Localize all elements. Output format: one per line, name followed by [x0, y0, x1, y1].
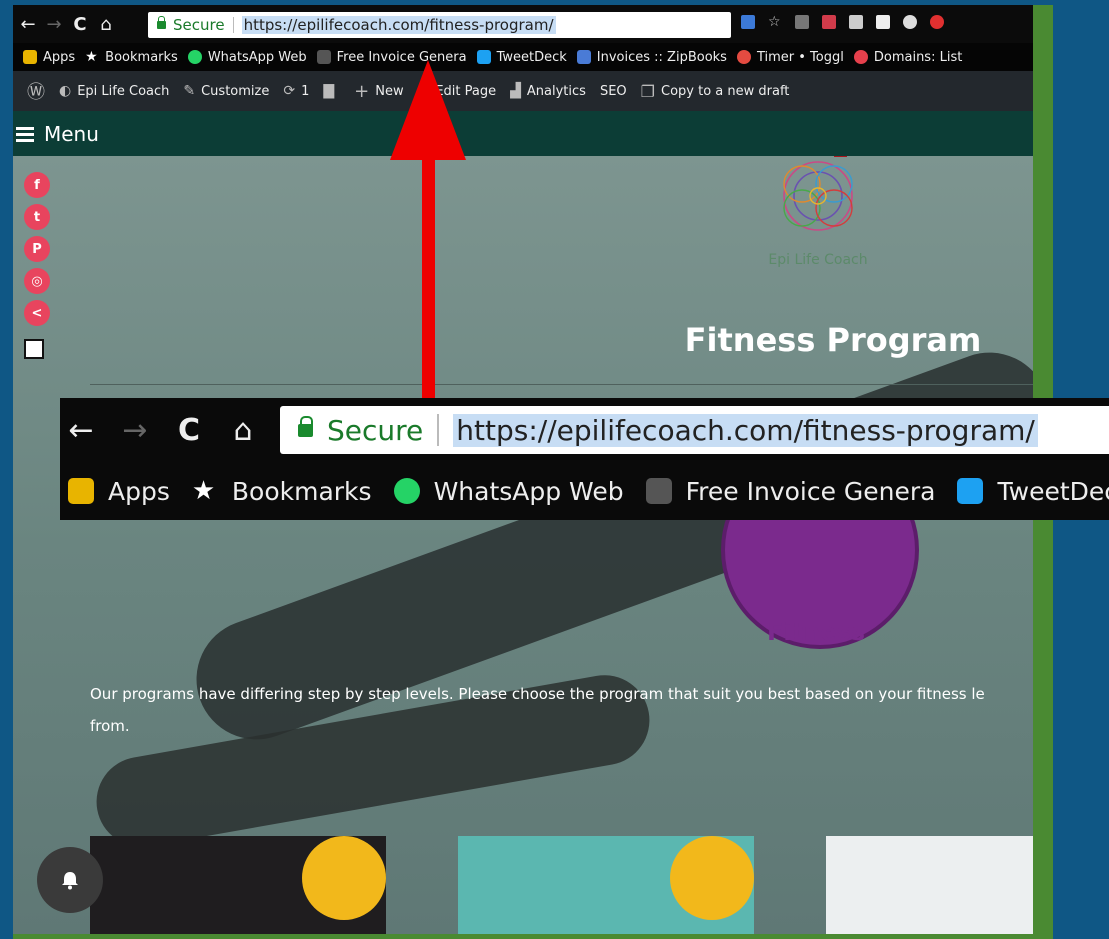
- bookmark-toggl[interactable]: Timer • Toggl: [736, 50, 844, 65]
- back-icon[interactable]: ←: [17, 14, 39, 35]
- zoomed-bookmarks-row: Apps ★ Bookmarks WhatsApp Web Free Invoic…: [60, 462, 1109, 520]
- forward-icon[interactable]: →: [43, 14, 65, 35]
- extension-icons: ☆: [741, 15, 944, 29]
- bookmark-tweetdeck[interactable]: TweetDeck: [476, 50, 567, 65]
- checkbox-icon[interactable]: [24, 339, 44, 359]
- shield-extension-icon[interactable]: [930, 15, 944, 29]
- zoom-bookmark-tweetdeck[interactable]: TweetDeck: [957, 477, 1109, 506]
- program-card-1[interactable]: [90, 836, 386, 934]
- page-content: f t P ◎ < Epi Life Coach Fitness Program…: [13, 156, 1033, 934]
- pocket-extension-icon[interactable]: [741, 15, 755, 29]
- star-icon: ★: [85, 49, 98, 65]
- fitness-label[interactable]: Fitness: [721, 618, 911, 646]
- wp-updates[interactable]: ⟳ 1: [283, 83, 309, 99]
- reload-icon[interactable]: C: [69, 14, 91, 35]
- wordpress-icon: Ⓦ: [27, 82, 45, 103]
- notes-extension-icon[interactable]: [876, 15, 890, 29]
- twitter-icon[interactable]: t: [24, 204, 50, 230]
- epi-life-coach-logo[interactable]: [758, 156, 878, 251]
- page-title: Fitness Program: [684, 321, 982, 359]
- instagram-icon[interactable]: ◎: [24, 268, 50, 294]
- brush-icon: ✎: [183, 83, 196, 99]
- browser-toolbar: ← → C ⌂ Secure https://epilifecoach.com/…: [13, 5, 1033, 43]
- hamburger-icon[interactable]: [16, 126, 34, 142]
- red-arrow-shaft: [422, 155, 435, 410]
- zoom-secure-label: Secure: [327, 413, 424, 447]
- tweetdeck-icon: [476, 50, 491, 64]
- star-bookmark-icon[interactable]: ☆: [768, 15, 782, 29]
- zoom-home-icon[interactable]: ⌂: [222, 413, 264, 448]
- zoom-lock-icon: [298, 415, 313, 437]
- medal-badge-icon: [670, 836, 754, 920]
- url-separator: [232, 17, 234, 33]
- record-extension-icon[interactable]: [903, 15, 917, 29]
- analytics-icon: ▟: [510, 83, 521, 99]
- pinterest-icon[interactable]: P: [24, 236, 50, 262]
- wp-comments[interactable]: ▇: [323, 83, 340, 99]
- notification-extension-icon[interactable]: [795, 15, 809, 29]
- bookmark-zipbooks[interactable]: Invoices :: ZipBooks: [576, 50, 727, 65]
- zoom-back-icon[interactable]: ←: [60, 413, 102, 448]
- facebook-icon[interactable]: f: [24, 172, 50, 198]
- invoice-icon: [645, 478, 672, 504]
- wp-analytics[interactable]: ▟ Analytics: [510, 83, 586, 99]
- wp-logo-menu[interactable]: Ⓦ: [27, 78, 45, 104]
- domains-icon: [853, 50, 868, 64]
- toggl-icon: [736, 50, 751, 64]
- notification-bell-button[interactable]: [37, 847, 103, 913]
- address-bar[interactable]: Secure https://epilifecoach.com/fitness-…: [148, 12, 731, 38]
- zipbooks-icon: [576, 50, 591, 64]
- bookmark-bookmarks[interactable]: ★ Bookmarks: [85, 50, 178, 65]
- star-icon: ★: [191, 476, 216, 506]
- dashboard-icon: ◐: [59, 83, 72, 99]
- plus-icon: +: [354, 80, 370, 102]
- bookmarks-bar: Apps ★ Bookmarks WhatsApp Web Free Invoic…: [13, 43, 1033, 71]
- menu-toggle[interactable]: Menu: [44, 122, 99, 146]
- url-text[interactable]: https://epilifecoach.com/fitness-program…: [241, 16, 556, 34]
- copy-icon: ❐: [640, 81, 655, 101]
- bookmark-apps[interactable]: Apps: [23, 50, 75, 65]
- share-icon[interactable]: <: [24, 300, 50, 326]
- bookmark-domains[interactable]: Domains: List: [853, 50, 962, 65]
- red-arrow-head: [390, 60, 466, 160]
- bookmark-whatsapp[interactable]: WhatsApp Web: [187, 50, 307, 65]
- wp-customize[interactable]: ✎ Customize: [183, 83, 269, 99]
- barbell-badge-icon: [302, 836, 386, 920]
- lock-icon: [157, 16, 166, 29]
- zoom-bookmark-bookmarks[interactable]: ★ Bookmarks: [192, 477, 372, 506]
- apps-grid-icon: [68, 478, 94, 504]
- comments-icon: ▇: [323, 83, 335, 99]
- zoomed-nav-row: ← → C ⌂ Secure https://epilifecoach.com/…: [60, 398, 1109, 462]
- whatsapp-icon: [187, 50, 202, 64]
- zoom-url-separator: [437, 414, 440, 446]
- zoom-reload-icon[interactable]: C: [168, 413, 210, 448]
- bell-icon: [62, 872, 78, 890]
- apps-grid-icon: [23, 50, 37, 64]
- program-card-3[interactable]: [826, 836, 1033, 934]
- zoom-forward-icon[interactable]: →: [114, 413, 156, 448]
- calendar-extension-icon[interactable]: [849, 15, 863, 29]
- zoomed-toolbar-callout: ← → C ⌂ Secure https://epilifecoach.com/…: [60, 398, 1109, 520]
- home-icon[interactable]: ⌂: [95, 14, 117, 35]
- updates-icon: ⟳: [283, 83, 296, 99]
- invoice-icon: [316, 50, 331, 64]
- secure-label: Secure: [173, 16, 225, 34]
- wp-admin-bar: Ⓦ ◐ Epi Life Coach ✎ Customize ⟳ 1 ▇ + New ✐…: [13, 71, 1033, 111]
- zoom-bookmark-apps[interactable]: Apps: [68, 477, 170, 506]
- gmail-extension-icon[interactable]: [822, 15, 836, 29]
- zoom-url-text[interactable]: https://epilifecoach.com/fitness-program…: [453, 413, 1038, 447]
- tweetdeck-icon: [957, 478, 984, 504]
- program-description: Our programs have differing step by step…: [90, 685, 985, 735]
- title-divider: [90, 384, 1033, 385]
- wp-copy-draft[interactable]: ❐ Copy to a new draft: [641, 82, 790, 101]
- logo-text: Epi Life Coach: [768, 252, 868, 268]
- whatsapp-icon: [393, 478, 420, 504]
- zoom-bookmark-invoice[interactable]: Free Invoice Genera: [645, 477, 935, 506]
- wp-seo[interactable]: SEO: [600, 84, 627, 99]
- program-card-2[interactable]: [458, 836, 754, 934]
- zoom-bookmark-whatsapp[interactable]: WhatsApp Web: [393, 477, 624, 506]
- wp-site-name[interactable]: ◐ Epi Life Coach: [59, 83, 169, 99]
- site-header: Menu: [13, 111, 1033, 156]
- zoom-address-bar[interactable]: Secure https://epilifecoach.com/fitness-…: [280, 406, 1109, 454]
